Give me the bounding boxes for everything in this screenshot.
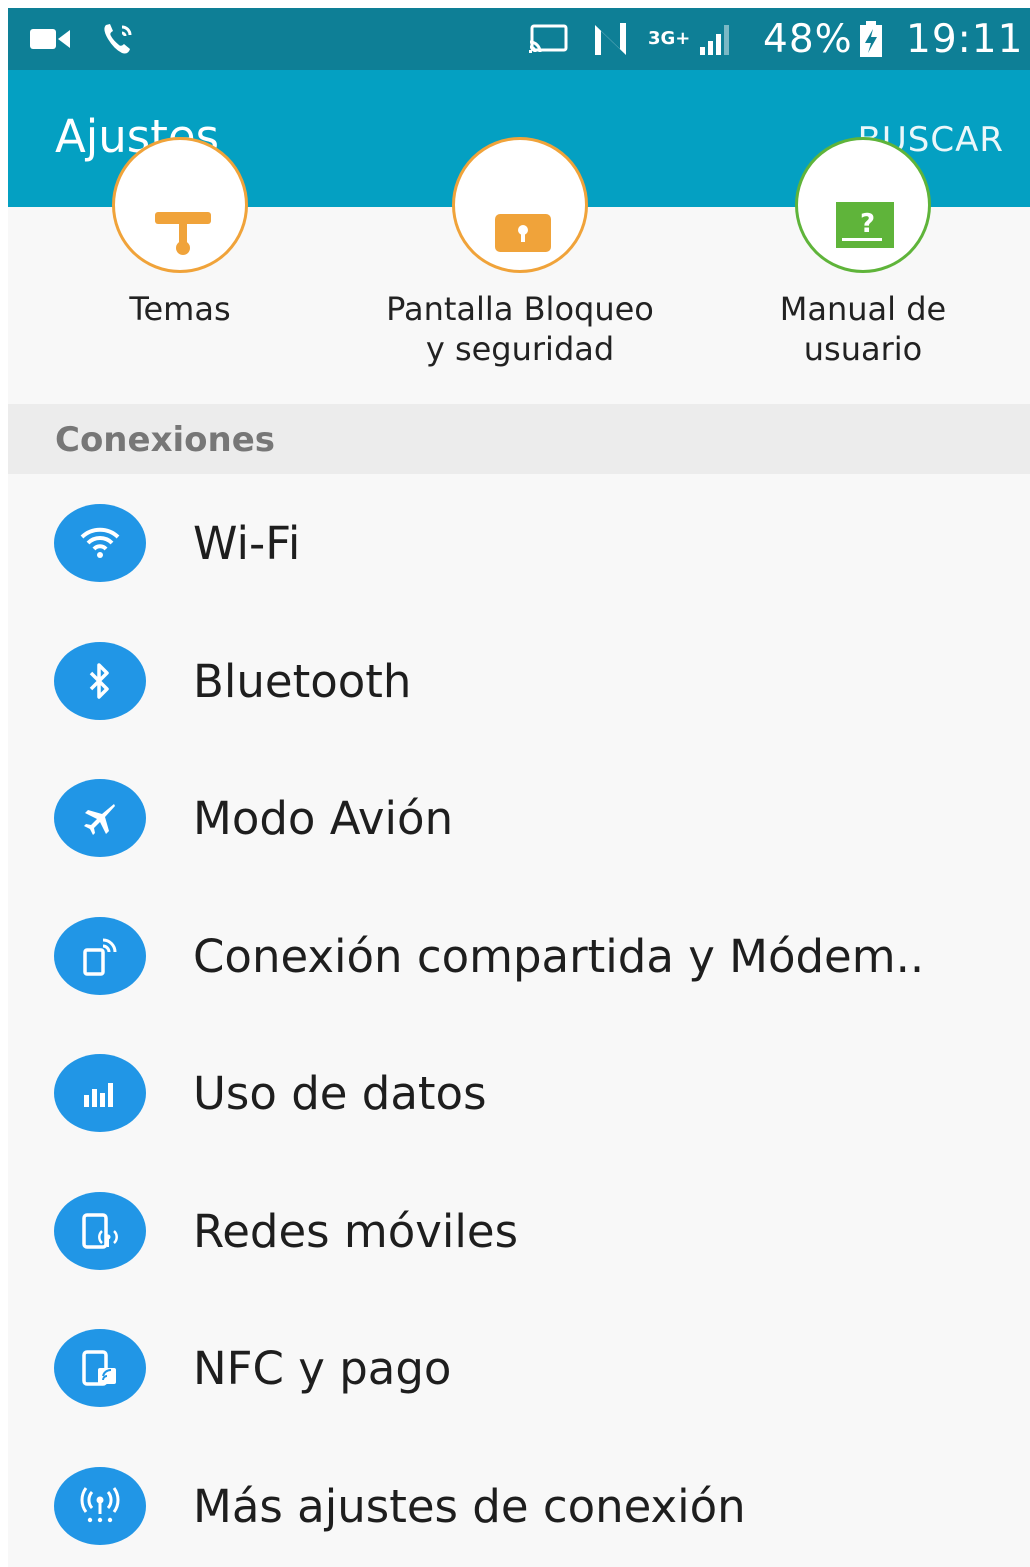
item-label: NFC y pago [193,1342,452,1395]
nfc-payment-icon [54,1329,146,1407]
bluetooth-icon [54,641,146,720]
shortcut-label-lock: Pantalla Bloqueo y seguridad [386,290,654,368]
list-item-wifi[interactable]: Wi-Fi [8,474,1030,612]
wifi-icon [54,504,146,582]
battery-charging-icon [858,8,884,70]
shortcut-themes[interactable]: Temas [20,137,340,403]
item-label: Redes móviles [193,1204,519,1258]
battery-percent: 48% [763,16,853,62]
screen-mirror-icon [526,8,570,70]
network-type: 3G+ [648,28,691,49]
list-item-more-connection-settings[interactable]: Más ajustes de conexión [8,1437,1030,1567]
item-label: Bluetooth [193,654,412,708]
section-title: Conexiones [55,420,276,460]
item-label: Modo Avión [193,792,454,845]
video-call-icon [28,8,72,70]
more-connections-icon [54,1466,146,1545]
signal-icon [698,8,736,70]
shortcut-label-themes: Temas [129,290,231,328]
item-label: Más ajustes de conexión [193,1479,746,1533]
svg-text:?: ? [860,209,875,239]
settings-screen: 3G+ 48% 19:11 Ajustes BUSCAR Temas Panta… [8,8,1030,1567]
lock-icon [452,137,588,273]
list-item-mobile-networks[interactable]: Redes móviles [8,1162,1030,1300]
hotspot-icon [54,916,146,995]
data-usage-icon [54,1054,146,1132]
airplane-icon [54,779,146,857]
clock: 19:11 [906,16,1024,62]
connections-list: Wi-Fi Bluetooth Modo Avión Conexión comp… [8,474,1030,1567]
wifi-call-icon [100,8,136,70]
item-label: Wi-Fi [193,517,301,570]
list-item-airplane-mode[interactable]: Modo Avión [8,749,1030,887]
shortcut-label-manual: Manual de usuario [779,290,947,368]
list-item-nfc-payment[interactable]: NFC y pago [8,1299,1030,1437]
list-item-tethering[interactable]: Conexión compartida y Módem.. [8,887,1030,1025]
paint-roller-icon [112,137,248,273]
status-bar: 3G+ 48% 19:11 [8,8,1030,70]
nfc-icon [590,8,630,70]
shortcut-lock-security[interactable]: Pantalla Bloqueo y seguridad [360,137,680,403]
item-label: Conexión compartida y Módem.. [193,929,925,983]
shortcut-grid: Temas Pantalla Bloqueo y seguridad ? Man… [8,137,1030,403]
shortcut-user-manual[interactable]: ? Manual de usuario [703,137,1023,403]
help-book-icon: ? [795,137,931,273]
list-item-bluetooth[interactable]: Bluetooth [8,612,1030,750]
item-label: Uso de datos [193,1067,487,1120]
mobile-network-icon [54,1191,146,1270]
section-header: Conexiones [8,404,1030,474]
list-item-data-usage[interactable]: Uso de datos [8,1024,1030,1162]
